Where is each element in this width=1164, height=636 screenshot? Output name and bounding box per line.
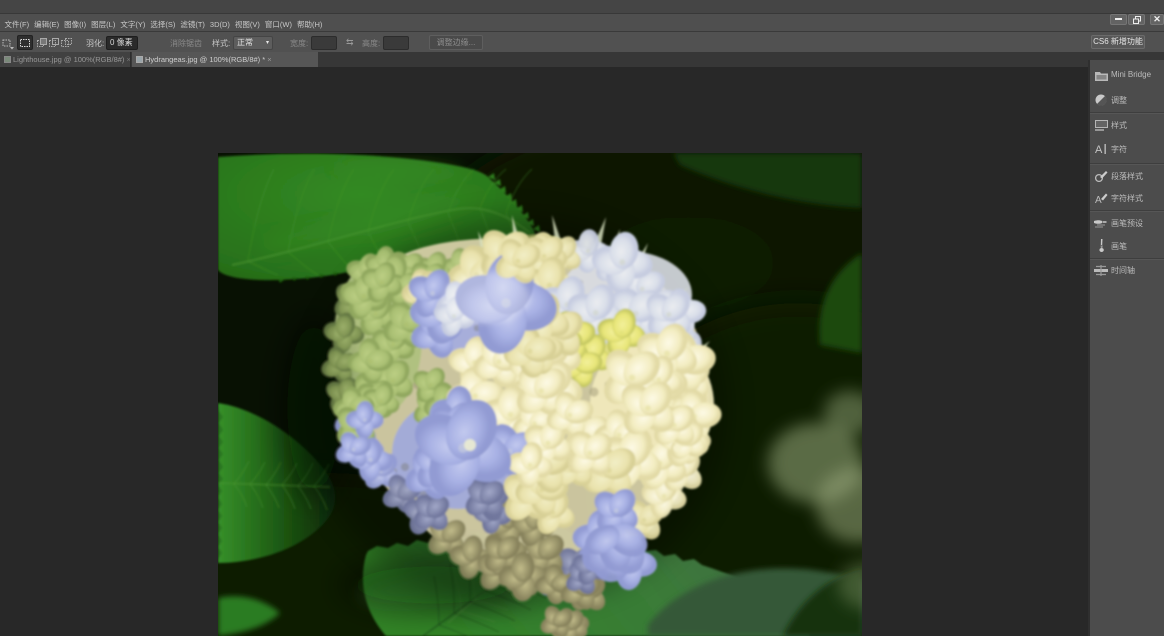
svg-text:A: A <box>1095 144 1103 155</box>
svg-text:A: A <box>1095 195 1102 204</box>
